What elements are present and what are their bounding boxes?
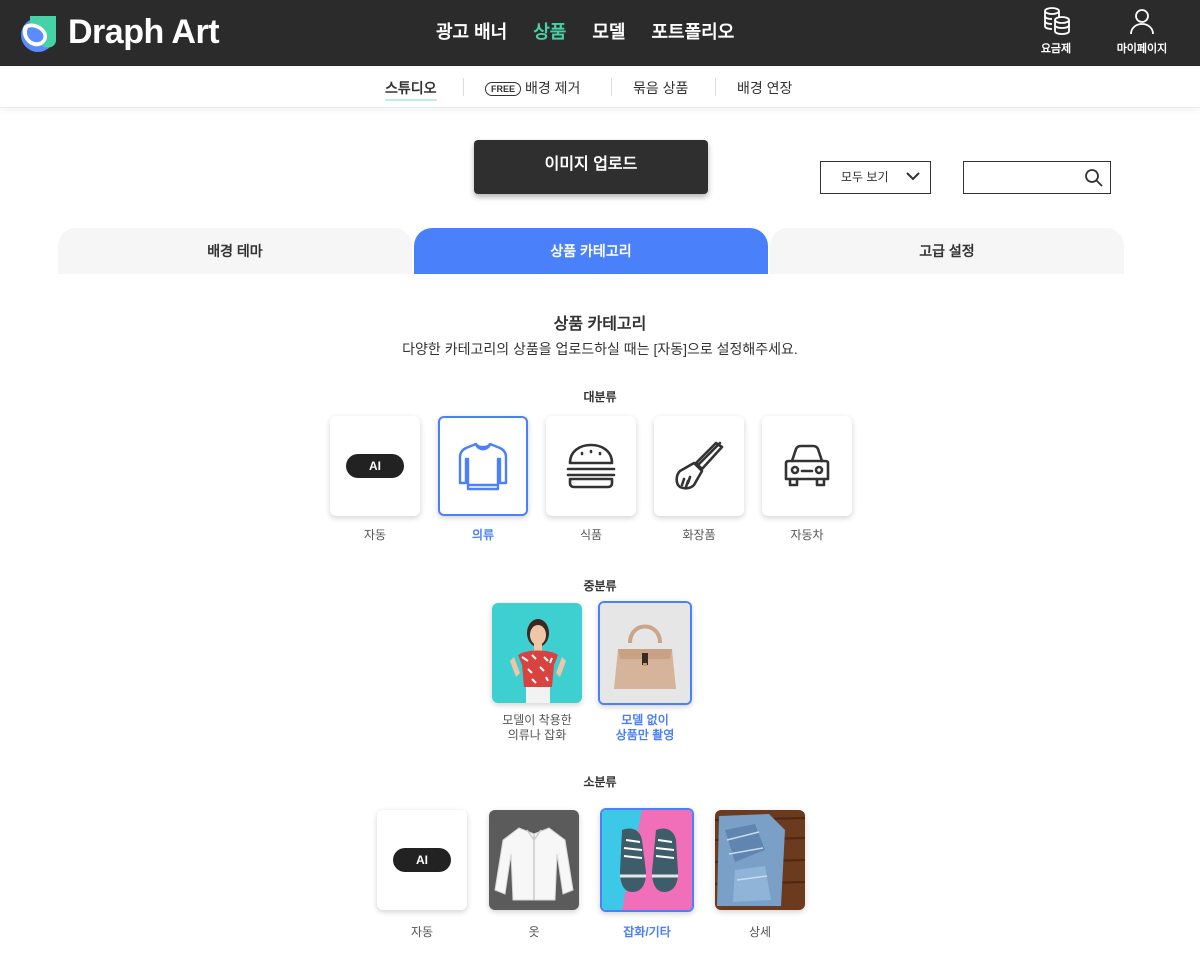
middle-with-model-line1: 모델이 착용한 <box>502 713 572 727</box>
middle-product-only-line1: 모델 없이 <box>621 713 669 727</box>
major-car-card[interactable] <box>762 416 852 516</box>
search-icon[interactable] <box>1084 168 1104 188</box>
major-cosmetics-label: 화장품 <box>682 528 716 542</box>
section-description: 다양한 카테고리의 상품을 업로드하실 때는 [자동]으로 설정해주세요. <box>402 341 798 357</box>
tab-background-theme[interactable]: 배경 테마 <box>58 228 412 274</box>
car-icon <box>784 444 830 487</box>
middle-with-model-card[interactable] <box>492 603 582 703</box>
middle-product-only-card[interactable] <box>598 601 692 705</box>
coins-icon <box>1044 7 1070 35</box>
major-auto-card[interactable]: AI <box>330 416 420 516</box>
mypage-button[interactable]: 마이페이지 <box>1112 6 1172 56</box>
middle-product-only-line2: 상품만 촬영 <box>615 728 675 742</box>
subnav-divider <box>611 78 612 96</box>
minor-clothes-label: 옷 <box>528 925 540 939</box>
nav-ad-banner[interactable]: 광고 배너 <box>436 18 507 44</box>
subnav-divider <box>715 78 716 96</box>
tab-advanced-settings[interactable]: 고급 설정 <box>770 228 1124 274</box>
brush-icon <box>675 441 724 490</box>
minor-accessories-card[interactable] <box>600 808 694 912</box>
minor-detail-card[interactable] <box>715 810 805 910</box>
subnav-bundle[interactable]: 묶음 상품 <box>633 78 688 98</box>
sub-nav: 스튜디오 FREE 배경 제거 묶음 상품 배경 연장 <box>0 66 1200 108</box>
pricing-label: 요금제 <box>1040 43 1072 55</box>
major-clothing-label: 의류 <box>471 528 495 542</box>
ai-badge: AI <box>393 848 451 872</box>
top-bar: Draph Art 광고 배너 상품 모델 포트폴리오 요금제 마이페이지 <box>0 0 1200 66</box>
icon-wrapper <box>654 416 744 516</box>
middle-product-only-label: 모델 없이 상품만 촬영 <box>590 713 700 743</box>
subnav-bg-remove[interactable]: FREE 배경 제거 <box>485 78 580 98</box>
major-auto-label: 자동 <box>363 528 387 542</box>
major-category-label: 대분류 <box>583 390 617 404</box>
middle-with-model-label: 모델이 착용한 의류나 잡화 <box>482 713 592 743</box>
major-clothing-card[interactable] <box>438 416 528 516</box>
mypage-label: 마이페이지 <box>1116 43 1168 55</box>
nav-portfolio[interactable]: 포트폴리오 <box>652 18 735 44</box>
search-input[interactable] <box>964 162 1074 193</box>
sneakers-photo <box>602 810 692 910</box>
minor-auto-label: 자동 <box>410 925 434 939</box>
subnav-bg-extend[interactable]: 배경 연장 <box>737 78 792 98</box>
subnav-bg-remove-label: 배경 제거 <box>525 80 581 96</box>
filter-select-value: 모두 보기 <box>841 170 889 184</box>
minor-accessories-label: 잡화/기타 <box>623 925 671 939</box>
icon-wrapper <box>546 416 636 516</box>
major-cosmetics-card[interactable] <box>654 416 744 516</box>
shirt-icon <box>458 442 508 491</box>
search-box <box>963 161 1111 194</box>
subnav-studio[interactable]: 스튜디오 <box>385 78 437 101</box>
handbag-photo <box>600 603 690 703</box>
nav-product[interactable]: 상품 <box>533 18 566 44</box>
brand-logo[interactable]: Draph Art <box>16 10 220 54</box>
section-title: 상품 카테고리 <box>553 316 647 333</box>
major-food-label: 식품 <box>579 528 603 542</box>
main-nav: 광고 배너 상품 모델 포트폴리오 <box>436 18 760 44</box>
minor-detail-label: 상세 <box>748 925 772 939</box>
user-icon <box>1130 9 1154 35</box>
jacket-photo <box>489 810 579 910</box>
icon-wrapper <box>762 416 852 516</box>
middle-with-model-line2: 의류나 잡화 <box>507 728 567 742</box>
brand-name: Draph Art <box>68 12 220 51</box>
middle-category-label: 중분류 <box>583 579 617 593</box>
logo-mark-icon <box>21 16 56 52</box>
model-photo <box>492 603 582 703</box>
pricing-button[interactable]: 요금제 <box>1026 6 1086 56</box>
chevron-down-icon <box>906 172 920 181</box>
ai-badge: AI <box>346 454 404 478</box>
minor-category-label: 소분류 <box>583 775 617 789</box>
filter-select[interactable]: 모두 보기 <box>820 161 931 194</box>
burger-icon <box>566 443 616 489</box>
tab-product-category[interactable]: 상품 카테고리 <box>414 228 768 274</box>
icon-wrapper <box>440 418 526 514</box>
major-car-label: 자동차 <box>790 528 824 542</box>
nav-model[interactable]: 모델 <box>592 18 625 44</box>
settings-tabs: 배경 테마 상품 카테고리 고급 설정 <box>58 228 1124 274</box>
free-badge: FREE <box>485 82 522 96</box>
minor-auto-card[interactable]: AI <box>377 810 467 910</box>
major-food-card[interactable] <box>546 416 636 516</box>
image-upload-button[interactable]: 이미지 업로드 <box>474 140 708 194</box>
minor-clothes-card[interactable] <box>489 810 579 910</box>
subnav-divider <box>463 78 464 96</box>
denim-photo <box>715 810 805 910</box>
